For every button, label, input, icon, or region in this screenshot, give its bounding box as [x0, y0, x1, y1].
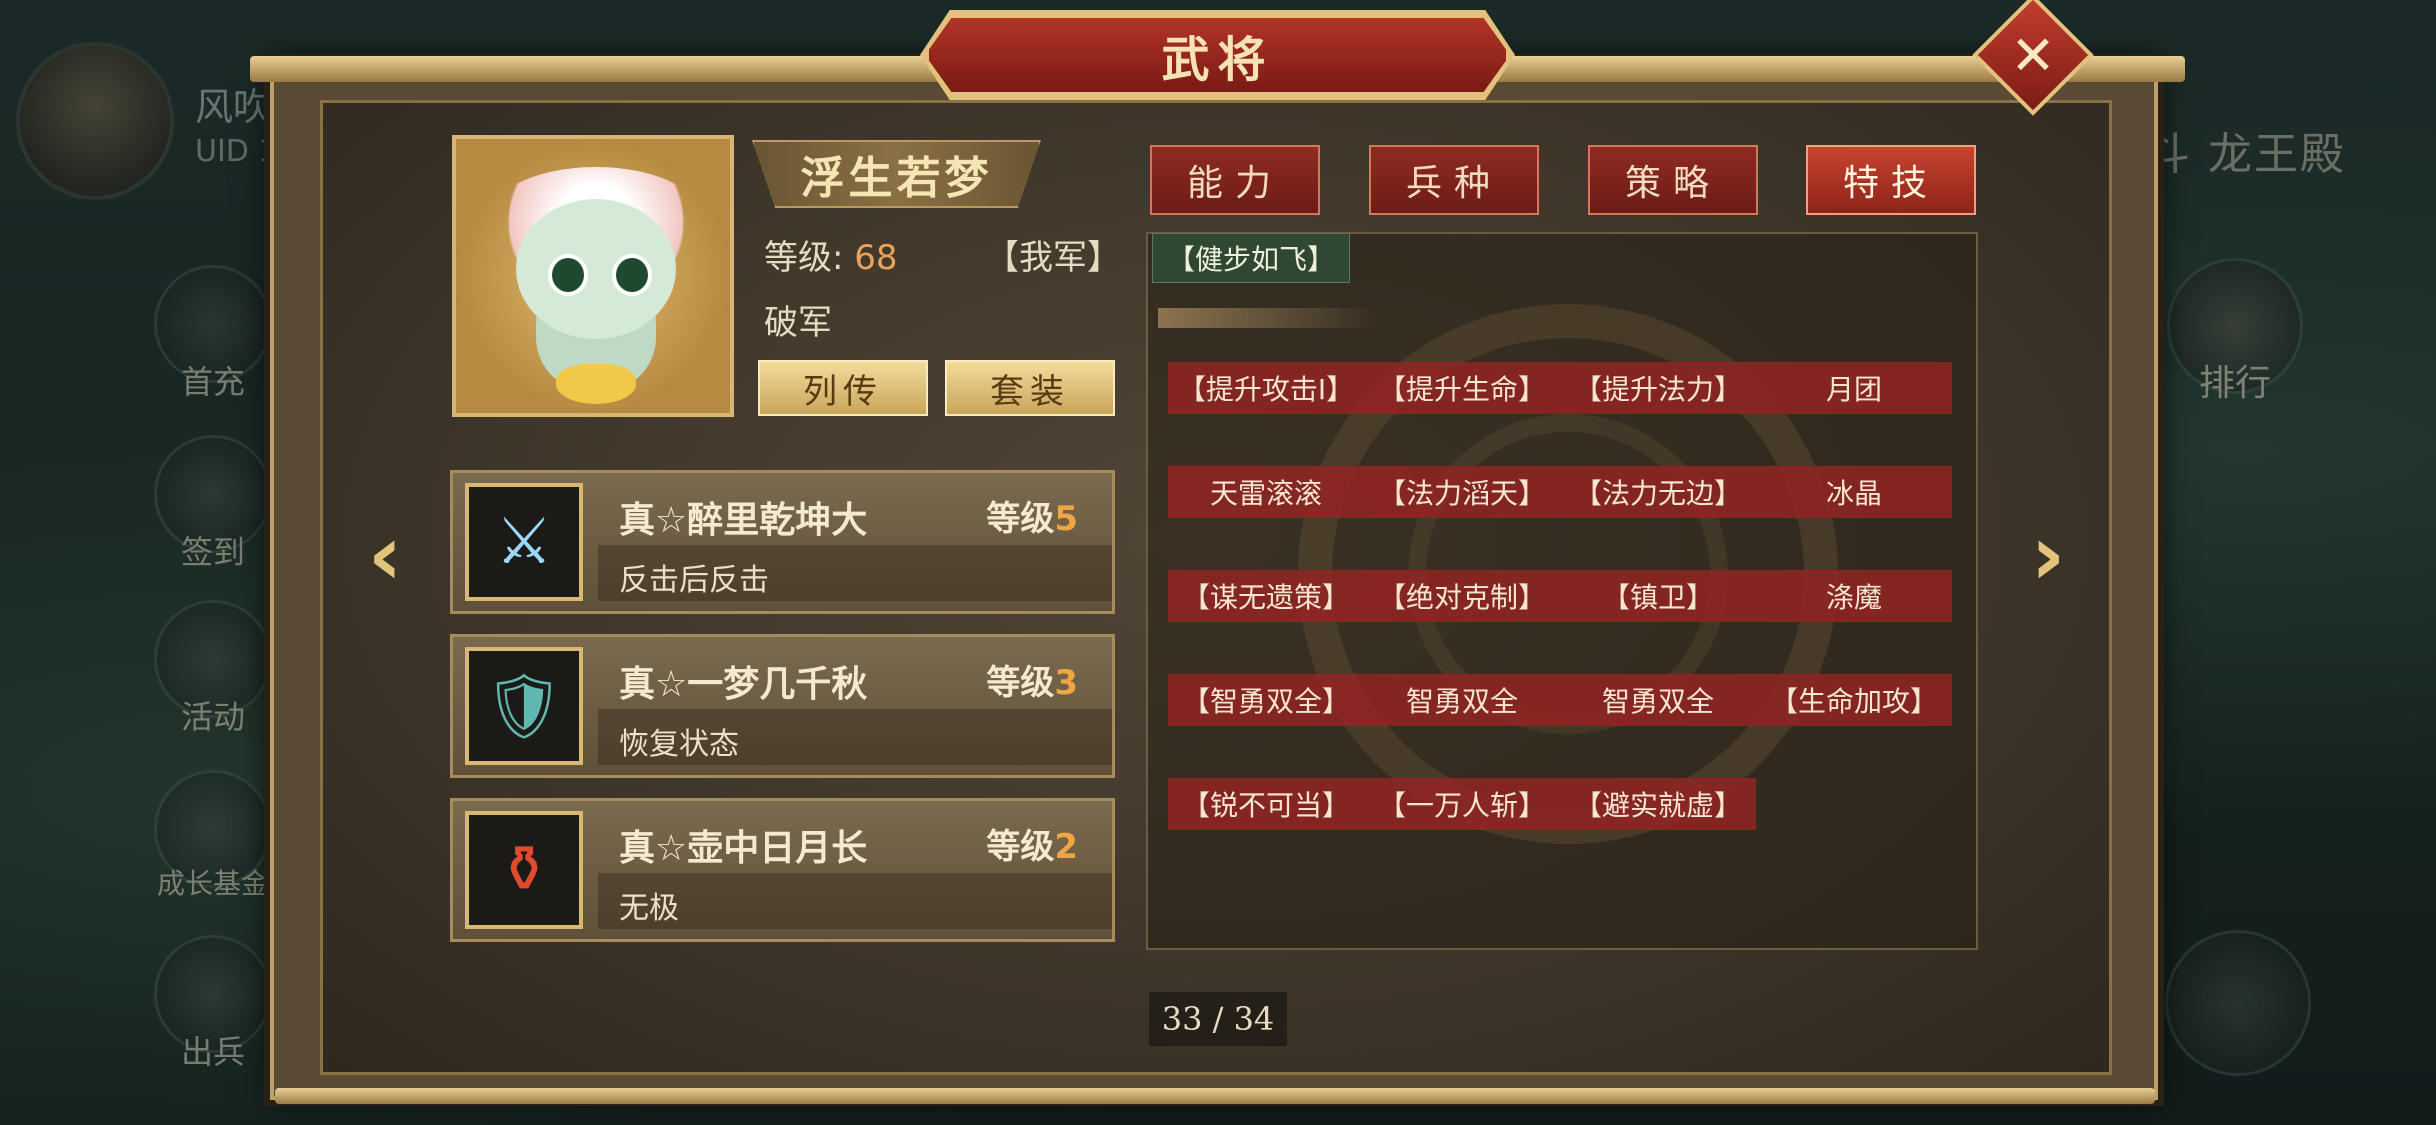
tab-special-skill[interactable]: 特技: [1806, 145, 1976, 215]
skill-item[interactable]: 【提升攻击Ⅰ】: [1168, 362, 1364, 414]
frame-bottom-rail: [275, 1088, 2155, 1104]
side-button-activity: 活动: [143, 600, 283, 738]
hero-name-plate: 浮生若梦: [752, 140, 1041, 208]
skill-item[interactable]: 冰晶: [1756, 466, 1952, 518]
hero-level: 等级: 68: [764, 238, 898, 278]
skill-row: 【智勇双全】 智勇双全 智勇双全 【生命加攻】: [1168, 674, 1952, 726]
skill-item[interactable]: 涤魔: [1756, 570, 1952, 622]
skill-row: 【提升攻击Ⅰ】 【提升生命】 【提升法力】 月团: [1168, 362, 1952, 414]
skill-item[interactable]: 【锐不可当】: [1168, 778, 1364, 830]
prev-hero-arrow-icon[interactable]: ‹: [355, 506, 415, 604]
skill-row: 【谋无遗策】 【绝对克制】 【镇卫】 涤魔: [1168, 570, 1952, 622]
skill-item[interactable]: 智勇双全: [1364, 674, 1560, 726]
dialog-title: 武将: [925, 14, 1510, 96]
skill-item[interactable]: 【法力滔天】: [1364, 466, 1560, 518]
tab-strategy[interactable]: 策略: [1588, 145, 1758, 215]
set-button[interactable]: 套装: [945, 360, 1115, 416]
menu-button: [2165, 930, 2311, 1076]
skill-item[interactable]: 【镇卫】: [1560, 570, 1756, 622]
side-button-sign-in: 签到: [143, 435, 283, 573]
skill-item[interactable]: 月团: [1756, 362, 1952, 414]
skill-row: 【锐不可当】 【一万人斩】 【避实就虚】: [1168, 778, 1756, 830]
equipment-name: 真☆壶中日月长: [619, 828, 868, 869]
skill-item[interactable]: 【提升法力】: [1560, 362, 1756, 414]
rank-button: 排行: [2165, 258, 2305, 406]
tab-ability[interactable]: 能力: [1150, 145, 1320, 215]
hero-portrait: [452, 135, 734, 417]
page-indicator: 33 / 34: [1149, 992, 1287, 1046]
side-button-first-charge: 首充: [143, 265, 283, 403]
skill-item[interactable]: 【生命加攻】: [1756, 674, 1952, 726]
equipment-name: 真☆一梦几千秋: [619, 664, 868, 705]
equipment-level: 等级3: [986, 663, 1078, 703]
skill-item[interactable]: 【智勇双全】: [1168, 674, 1364, 726]
side-button-growth-fund: 成长基金: [143, 770, 283, 902]
equipment-level: 等级2: [986, 827, 1078, 867]
skill-item[interactable]: 【提升生命】: [1364, 362, 1560, 414]
skill-item[interactable]: 【一万人斩】: [1364, 778, 1560, 830]
skill-item[interactable]: 【绝对克制】: [1364, 570, 1560, 622]
tab-troop-type[interactable]: 兵种: [1369, 145, 1539, 215]
skill-item[interactable]: 天雷滚滚: [1168, 466, 1364, 518]
equipment-effect: 无极: [619, 891, 679, 926]
equipped-skill[interactable]: 【健步如飞】: [1152, 233, 1351, 283]
player-name: 风吹: [195, 85, 272, 129]
divider: [1158, 308, 1378, 328]
skill-row: 天雷滚滚 【法力滔天】 【法力无边】 冰晶: [1168, 466, 1952, 518]
skill-item[interactable]: 【法力无边】: [1560, 466, 1756, 518]
close-icon: ✕: [2010, 23, 2056, 87]
equipment-name: 真☆醉里乾坤大: [619, 500, 868, 541]
hero-star: 破军: [764, 303, 832, 343]
hero-name: 浮生若梦: [800, 153, 993, 204]
sword-icon: ⚔: [465, 483, 583, 601]
gourd-icon: ⚱: [465, 811, 583, 929]
equipment-effect: 恢复状态: [619, 727, 739, 762]
equipment-card[interactable]: ⚱ 真☆壶中日月长 等级2 无极: [450, 798, 1115, 942]
side-button-dispatch: 出兵: [143, 935, 283, 1073]
armor-icon: 🛡: [465, 647, 583, 765]
player-avatar: [16, 42, 174, 200]
next-hero-arrow-icon[interactable]: ›: [2018, 506, 2078, 604]
biography-button[interactable]: 列传: [758, 360, 928, 416]
skill-item[interactable]: 智勇双全: [1560, 674, 1756, 726]
skill-item[interactable]: 【谋无遗策】: [1168, 570, 1364, 622]
hero-faction: 【我军】: [985, 238, 1121, 278]
skill-item[interactable]: 【避实就虚】: [1560, 778, 1756, 830]
equipment-card[interactable]: 🛡 真☆一梦几千秋 等级3 恢复状态: [450, 634, 1115, 778]
hero-level-value: 68: [854, 238, 898, 278]
equipment-level: 等级5: [986, 499, 1078, 539]
equipment-card[interactable]: ⚔ 真☆醉里乾坤大 等级5 反击后反击: [450, 470, 1115, 614]
equipment-effect: 反击后反击: [619, 563, 769, 598]
